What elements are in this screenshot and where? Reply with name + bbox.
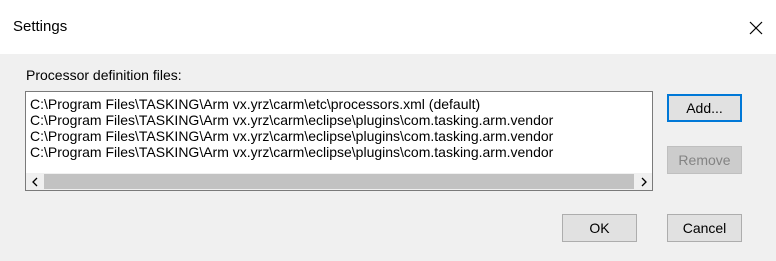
processor-files-listbox[interactable]: C:\Program Files\TASKING\Arm vx.yrz\carm… [25,91,653,191]
horizontal-scrollbar[interactable] [26,173,652,190]
scroll-right-button[interactable] [635,173,652,190]
processor-files-label: Processor definition files: [26,67,182,83]
close-button[interactable] [736,8,776,48]
dialog-title: Settings [13,18,68,35]
list-items: C:\Program Files\TASKING\Arm vx.yrz\carm… [26,96,652,172]
scroll-left-button[interactable] [26,173,43,190]
list-item[interactable]: C:\Program Files\TASKING\Arm vx.yrz\carm… [26,112,652,128]
title-bar: Settings [0,0,776,54]
cancel-button[interactable]: Cancel [667,214,742,242]
list-item[interactable]: C:\Program Files\TASKING\Arm vx.yrz\carm… [26,128,652,144]
add-button[interactable]: Add... [667,94,742,122]
chevron-left-icon [31,177,37,186]
scroll-thumb[interactable] [44,174,634,189]
list-item[interactable]: C:\Program Files\TASKING\Arm vx.yrz\carm… [26,144,652,160]
remove-button[interactable]: Remove [667,146,742,174]
dialog-body: Processor definition files: C:\Program F… [0,54,776,261]
close-icon [749,21,763,35]
ok-button[interactable]: OK [562,214,637,242]
list-item[interactable]: C:\Program Files\TASKING\Arm vx.yrz\carm… [26,96,652,112]
chevron-right-icon [641,177,647,186]
